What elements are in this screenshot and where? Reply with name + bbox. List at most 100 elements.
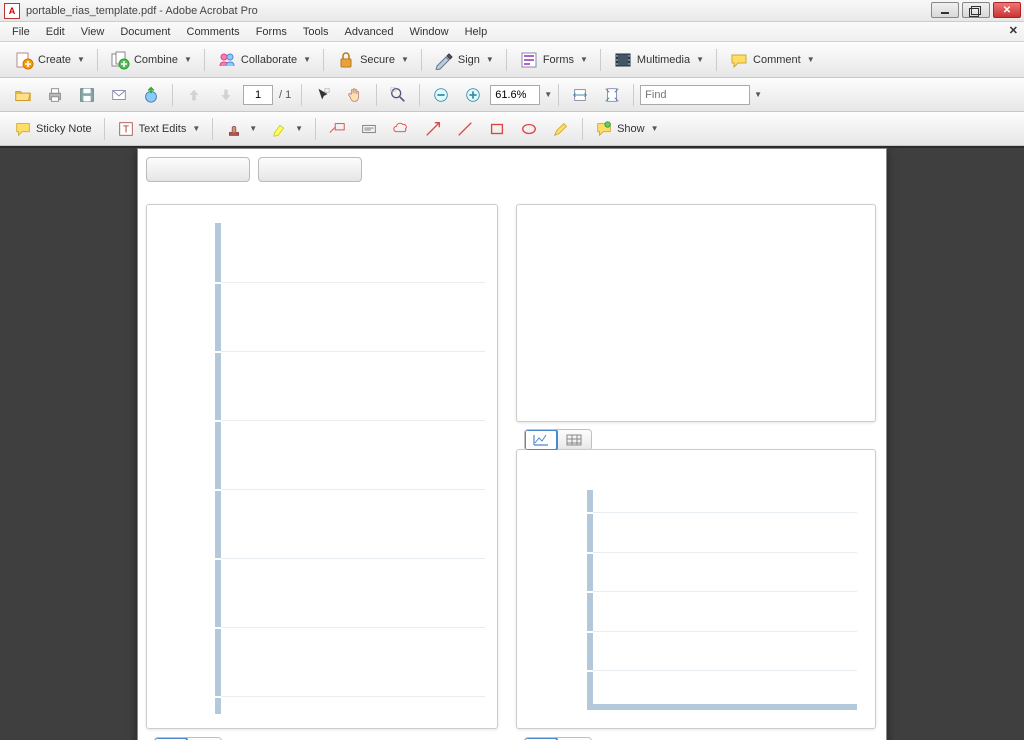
arrow-annot-icon bbox=[424, 120, 442, 138]
menu-advanced[interactable]: Advanced bbox=[337, 24, 402, 40]
combine-button[interactable]: Combine▼ bbox=[104, 47, 198, 73]
combine-icon bbox=[110, 50, 130, 70]
comment-label: Comment bbox=[753, 54, 801, 66]
save-button[interactable] bbox=[72, 82, 102, 108]
globe-upload-icon bbox=[142, 86, 160, 104]
highlighter-icon bbox=[271, 120, 289, 138]
text-edits-label: Text Edits bbox=[139, 123, 187, 135]
callout-button[interactable] bbox=[322, 116, 352, 142]
pencil-annot-icon bbox=[552, 120, 570, 138]
separator bbox=[506, 49, 507, 71]
sticky-note-button[interactable]: Sticky Note bbox=[8, 116, 98, 142]
separator bbox=[421, 49, 422, 71]
share-button[interactable] bbox=[136, 82, 166, 108]
menu-window[interactable]: Window bbox=[401, 24, 456, 40]
forms-button[interactable]: Forms▼ bbox=[513, 47, 594, 73]
pdf-page[interactable]: △ bbox=[137, 148, 887, 740]
chart-y-axis bbox=[215, 223, 221, 714]
forms-icon bbox=[519, 50, 539, 70]
rectangle-button[interactable] bbox=[482, 116, 512, 142]
collaborate-icon bbox=[217, 50, 237, 70]
separator bbox=[716, 49, 717, 71]
print-button[interactable] bbox=[40, 82, 70, 108]
plus-circle-icon bbox=[464, 86, 482, 104]
collaborate-button[interactable]: Collaborate▼ bbox=[211, 47, 317, 73]
document-viewport[interactable]: △ bbox=[0, 148, 1024, 740]
secure-button[interactable]: Secure▼ bbox=[330, 47, 415, 73]
find-input[interactable] bbox=[640, 85, 750, 105]
cloud-shape-icon bbox=[392, 120, 410, 138]
marquee-zoom-button[interactable] bbox=[383, 82, 413, 108]
show-label: Show bbox=[617, 123, 645, 135]
menu-help[interactable]: Help bbox=[457, 24, 496, 40]
sign-pen-icon bbox=[434, 50, 454, 70]
menu-forms[interactable]: Forms bbox=[248, 24, 295, 40]
magnifier-marquee-icon bbox=[389, 86, 407, 104]
cloud-button[interactable] bbox=[386, 116, 416, 142]
separator bbox=[97, 49, 98, 71]
page-up-button[interactable] bbox=[179, 82, 209, 108]
pencil-button[interactable] bbox=[546, 116, 576, 142]
line-button[interactable] bbox=[450, 116, 480, 142]
stamp-button[interactable]: ▼ bbox=[219, 116, 263, 142]
menu-file[interactable]: File bbox=[4, 24, 38, 40]
document-close-x[interactable]: ✕ bbox=[1009, 24, 1018, 37]
menu-tools[interactable]: Tools bbox=[295, 24, 337, 40]
hand-tool-button[interactable] bbox=[340, 82, 370, 108]
acrobat-app-icon: A bbox=[4, 3, 20, 19]
oval-button[interactable] bbox=[514, 116, 544, 142]
fit-page-button[interactable] bbox=[597, 82, 627, 108]
combine-label: Combine bbox=[134, 54, 178, 66]
zoom-level-input[interactable] bbox=[490, 85, 540, 105]
table-view-toggle[interactable] bbox=[557, 430, 591, 450]
multimedia-button[interactable]: Multimedia▼ bbox=[607, 47, 710, 73]
tasks-toolbar: Create▼ Combine▼ Collaborate▼ Secure▼ Si… bbox=[0, 42, 1024, 78]
window-restore-button[interactable] bbox=[962, 2, 990, 18]
window-close-button[interactable] bbox=[993, 2, 1021, 18]
arrow-button[interactable] bbox=[418, 116, 448, 142]
page-number-input[interactable] bbox=[243, 85, 273, 105]
form-button-2[interactable] bbox=[258, 157, 362, 182]
printer-icon bbox=[46, 86, 64, 104]
collaborate-label: Collaborate bbox=[241, 54, 297, 66]
separator bbox=[301, 84, 302, 106]
chart-view-toggle[interactable] bbox=[524, 429, 558, 451]
sign-button[interactable]: Sign▼ bbox=[428, 47, 500, 73]
email-button[interactable] bbox=[104, 82, 134, 108]
zoom-dropdown-arrow[interactable]: ▼ bbox=[544, 90, 552, 99]
separator bbox=[315, 118, 316, 140]
create-button[interactable]: Create▼ bbox=[8, 47, 91, 73]
folder-open-icon bbox=[14, 86, 32, 104]
menu-document[interactable]: Document bbox=[112, 24, 178, 40]
textbox-button[interactable] bbox=[354, 116, 384, 142]
top-right-chart-panel bbox=[516, 204, 876, 422]
menu-comments[interactable]: Comments bbox=[179, 24, 248, 40]
find-dropdown-arrow[interactable]: ▼ bbox=[754, 90, 762, 99]
separator bbox=[600, 49, 601, 71]
comment-button[interactable]: Comment▼ bbox=[723, 47, 821, 73]
zoom-out-button[interactable] bbox=[426, 82, 456, 108]
page-total-label: / 1 bbox=[275, 89, 295, 101]
zoom-in-button[interactable] bbox=[458, 82, 488, 108]
window-minimize-button[interactable] bbox=[931, 2, 959, 18]
sticky-note-label: Sticky Note bbox=[36, 123, 92, 135]
menu-edit[interactable]: Edit bbox=[38, 24, 73, 40]
select-tool-button[interactable] bbox=[308, 82, 338, 108]
hand-pan-icon bbox=[346, 86, 364, 104]
menu-view[interactable]: View bbox=[73, 24, 113, 40]
rectangle-annot-icon bbox=[488, 120, 506, 138]
open-button[interactable] bbox=[8, 82, 38, 108]
text-edits-button[interactable]: T Text Edits▼ bbox=[111, 116, 207, 142]
chart-y-axis bbox=[587, 490, 593, 708]
topright-view-toggle bbox=[524, 429, 592, 451]
form-button-1[interactable] bbox=[146, 157, 250, 182]
multimedia-label: Multimedia bbox=[637, 54, 690, 66]
page-down-button[interactable] bbox=[211, 82, 241, 108]
highlight-button[interactable]: ▼ bbox=[265, 116, 309, 142]
show-button[interactable]: Show▼ bbox=[589, 116, 664, 142]
separator bbox=[323, 49, 324, 71]
multimedia-film-icon bbox=[613, 50, 633, 70]
menu-bar: File Edit View Document Comments Forms T… bbox=[0, 22, 1024, 42]
bottom-right-chart-panel bbox=[516, 449, 876, 729]
fit-width-button[interactable] bbox=[565, 82, 595, 108]
